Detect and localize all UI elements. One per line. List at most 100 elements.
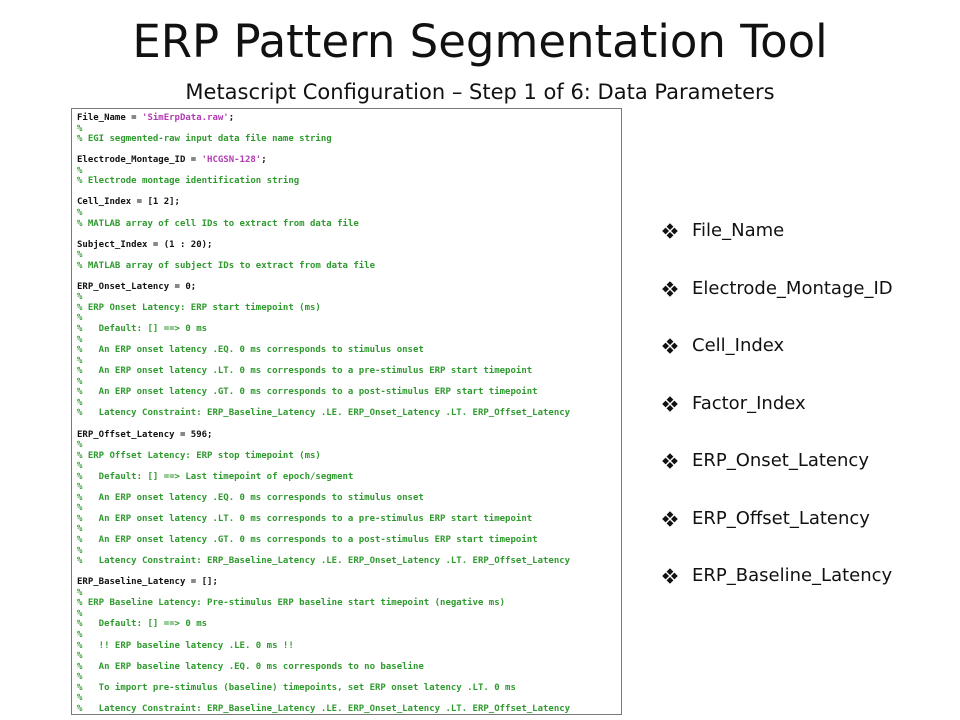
code-text: % Default: [] ==> Last timepoint of epoc… — [77, 471, 354, 482]
parameter-bullet-item: ERP_Onset_Latency — [662, 446, 952, 504]
code-comment-line: % ERP Baseline Latency: Pre-stimulus ERP… — [77, 598, 505, 608]
code-comment-line: % An ERP onset latency .LT. 0 ms corresp… — [77, 514, 532, 524]
parameter-bullet-label: File_Name — [692, 220, 785, 241]
code-comment-line: % Default: [] ==> Last timepoint of epoc… — [77, 472, 353, 482]
slide-subtitle: Metascript Configuration – Step 1 of 6: … — [185, 80, 775, 104]
code-text: % Default: [] ==> 0 ms — [77, 619, 208, 630]
code-text: % An ERP baseline latency .EQ. 0 ms corr… — [77, 661, 424, 672]
code-text: % — [77, 313, 83, 324]
code-comment-line: % — [77, 524, 82, 534]
code-text: Cell_Index = [1 2]; — [77, 197, 180, 208]
code-text: % — [77, 503, 83, 514]
code-text: % — [77, 165, 83, 176]
code-comment-line: % — [77, 356, 82, 366]
code-text: % — [77, 587, 83, 598]
code-comment-line: % — [77, 609, 82, 619]
four-diamond-bullet-icon — [662, 395, 678, 412]
parameter-bullet-label: Factor_Index — [692, 392, 806, 414]
code-text: Electrode_Montage_ID = — [77, 155, 202, 166]
parameter-bullet-label: ERP_Offset_Latency — [692, 507, 870, 529]
code-text-suffix: ; — [228, 113, 235, 123]
code-comment-line: % — [77, 208, 82, 218]
code-statement-line: Cell_Index = [1 2]; — [77, 197, 180, 207]
code-text: % — [77, 334, 83, 345]
code-text: % — [77, 693, 83, 704]
parameter-bullet-label: ERP_Baseline_Latency — [692, 565, 893, 586]
code-text: % Latency Constraint: ERP_Baseline_Laten… — [77, 408, 571, 419]
parameter-bullet-item: Cell_Index — [662, 331, 952, 389]
code-text: ERP_Baseline_Latency = []; — [77, 577, 218, 588]
code-comment-line: % An ERP onset latency .LT. 0 ms corresp… — [77, 366, 532, 376]
code-text: % MATLAB array of cell IDs to extract fr… — [77, 218, 359, 229]
code-text: % — [77, 608, 83, 619]
code-text-suffix: ; — [261, 155, 267, 166]
code-text: % An ERP onset latency .GT. 0 ms corresp… — [77, 535, 538, 545]
code-statement-line: ERP_Onset_Latency = 0; — [77, 282, 196, 292]
code-comment-line: % — [77, 250, 82, 260]
code-text: % — [77, 461, 83, 472]
code-text: % An ERP onset latency .EQ. 0 ms corresp… — [77, 345, 424, 356]
code-text: % — [77, 482, 83, 493]
code-comment-line: % An ERP onset latency .EQ. 0 ms corresp… — [77, 345, 424, 355]
parameter-bullet-item: Factor_Index — [662, 389, 952, 447]
code-comment-line: % — [77, 672, 82, 682]
parameter-bullet-item: Electrode_Montage_ID — [662, 274, 952, 332]
code-comment-line: % — [77, 440, 82, 450]
code-comment-line: % Default: [] ==> 0 ms — [77, 324, 207, 334]
code-text: ERP_Offset_Latency = 596; — [77, 429, 213, 440]
slide-title: ERP Pattern Segmentation Tool — [132, 15, 828, 68]
code-text: % — [77, 672, 83, 683]
code-comment-line: % An ERP onset latency .EQ. 0 ms corresp… — [77, 493, 424, 503]
code-comment-line: % An ERP baseline latency .EQ. 0 ms corr… — [77, 662, 424, 672]
code-comment-line: % — [77, 588, 82, 598]
code-text: % Electrode montage identification strin… — [77, 176, 300, 187]
code-text: % — [77, 250, 83, 261]
code-comment-line: % Latency Constraint: ERP_Baseline_Laten… — [77, 408, 570, 418]
code-screenshot-panel: File_Name = 'SimErpData.raw';%% EGI segm… — [71, 108, 622, 715]
code-comment-line: % — [77, 482, 82, 492]
code-text: ERP_Onset_Latency = 0; — [77, 281, 197, 292]
code-comment-line: % MATLAB array of subject IDs to extract… — [77, 261, 375, 271]
code-text: % — [77, 397, 83, 408]
code-text: % EGI segmented-raw input data file name… — [77, 134, 332, 145]
code-text: % — [77, 440, 83, 451]
code-comment-line: % !! ERP baseline latency .LE. 0 ms !! — [77, 641, 294, 651]
four-diamond-bullet-icon — [662, 510, 678, 527]
code-text: % Latency Constraint: ERP_Baseline_Laten… — [77, 556, 571, 567]
code-comment-line: % — [77, 292, 82, 302]
code-string-literal: 'HCGSN-128' — [201, 155, 262, 166]
code-comment-line: % — [77, 693, 82, 703]
code-comment-line: % EGI segmented-raw input data file name… — [77, 134, 332, 144]
code-text: % — [77, 376, 83, 387]
code-comment-line: % — [77, 461, 82, 471]
parameter-bullet-label: Cell_Index — [692, 335, 785, 356]
four-diamond-bullet-icon — [662, 280, 678, 297]
code-comment-line: % An ERP onset latency .GT. 0 ms corresp… — [77, 387, 538, 397]
code-comment-line: % To import pre-stimulus (baseline) time… — [77, 683, 516, 693]
code-text: % To import pre-stimulus (baseline) time… — [77, 682, 516, 693]
code-comment-line: % — [77, 335, 82, 345]
code-comment-line: % — [77, 124, 82, 134]
code-text: Subject_Index = (1 : 20); — [77, 239, 213, 250]
parameter-bullet-item: ERP_Baseline_Latency — [662, 561, 952, 619]
code-text: % An ERP onset latency .GT. 0 ms corresp… — [77, 387, 538, 398]
code-comment-line: % — [77, 546, 82, 556]
code-text: % An ERP onset latency .LT. 0 ms corresp… — [77, 513, 533, 524]
four-diamond-bullet-icon — [662, 338, 678, 354]
code-text: % Latency Constraint: ERP_Baseline_Laten… — [77, 703, 571, 714]
code-statement-line: Electrode_Montage_ID = 'HCGSN-128'; — [77, 155, 267, 165]
code-text: % — [77, 629, 83, 640]
code-comment-line: % ERP Onset Latency: ERP start timepoint… — [77, 303, 321, 313]
code-comment-line: % Latency Constraint: ERP_Baseline_Laten… — [77, 704, 570, 714]
code-comment-line: % Latency Constraint: ERP_Baseline_Laten… — [77, 556, 570, 566]
code-comment-line: % — [77, 651, 82, 661]
four-diamond-bullet-icon — [662, 453, 678, 469]
code-comment-line: % MATLAB array of cell IDs to extract fr… — [77, 219, 359, 229]
code-text: % ERP Baseline Latency: Pre-stimulus ERP… — [77, 598, 506, 609]
code-comment-line: % — [77, 503, 82, 513]
code-statement-line: ERP_Baseline_Latency = []; — [77, 577, 218, 587]
code-text: % — [77, 292, 83, 303]
code-text: % An ERP onset latency .EQ. 0 ms corresp… — [77, 492, 424, 503]
code-comment-line: % Electrode montage identification strin… — [77, 176, 299, 186]
code-text: % — [77, 355, 83, 366]
